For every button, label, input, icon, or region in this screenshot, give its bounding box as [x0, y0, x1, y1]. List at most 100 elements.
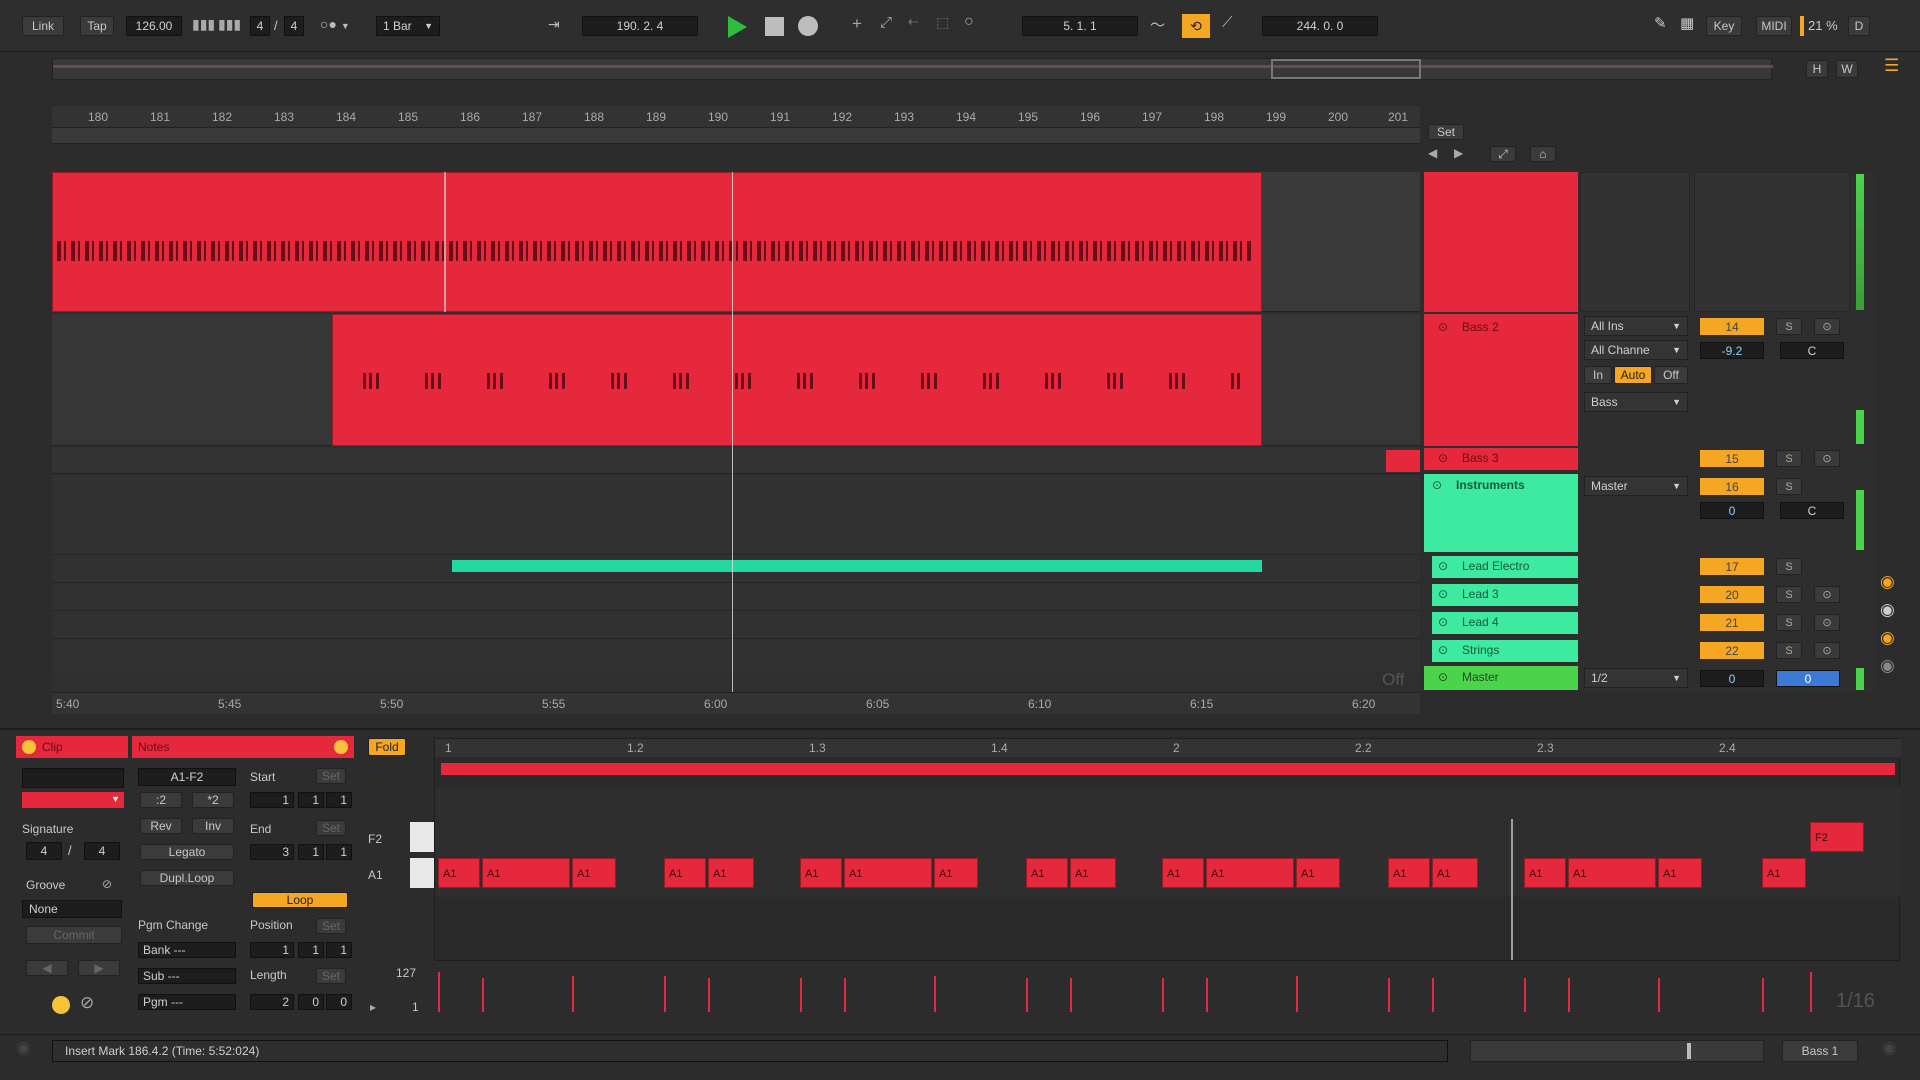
status-scroll-slider[interactable] [1470, 1040, 1764, 1062]
duplicate-loop-button[interactable]: Dupl.Loop [140, 870, 234, 886]
midi-note-a1[interactable]: A1 [1658, 858, 1702, 888]
commit-button[interactable]: Commit [26, 926, 122, 944]
midi-note-a1[interactable]: A1 [1206, 858, 1294, 888]
midi-note-a1[interactable]: A1 [1432, 858, 1478, 888]
velocity-bar[interactable] [1568, 978, 1570, 1012]
track-name-lead-electro[interactable]: Lead Electro [1462, 559, 1529, 573]
track-activator-bass-2[interactable]: 14 [1700, 318, 1764, 335]
start-set-button[interactable]: Set [316, 768, 346, 784]
velocity-bar[interactable] [438, 972, 440, 1012]
track-fold-icon[interactable]: ⊙ [1438, 451, 1448, 465]
previous-locator-icon[interactable]: ◀ [1428, 146, 1437, 160]
midi-clip[interactable] [332, 314, 1262, 446]
punch-in-icon[interactable]: 〜 [1150, 14, 1165, 35]
midi-note-a1[interactable]: A1 [1296, 858, 1340, 888]
pgm-field[interactable]: Pgm --- [138, 994, 236, 1010]
solo-button[interactable]: S [1776, 318, 1802, 335]
session-record-icon[interactable]: ○ [964, 13, 974, 31]
sub-field[interactable]: Sub --- [138, 968, 236, 984]
track-lane-bass-3[interactable] [52, 448, 1420, 474]
position-sixteenth[interactable]: 1 [326, 942, 352, 958]
track-name-lead-3[interactable]: Lead 3 [1462, 587, 1499, 601]
position-set-button[interactable]: Set [316, 918, 346, 934]
midi-note-a1[interactable]: A1 [482, 858, 570, 888]
velocity-bar[interactable] [664, 976, 666, 1012]
track-name-instruments[interactable]: Instruments [1456, 478, 1525, 492]
position-bar[interactable]: 1 [250, 942, 294, 958]
track-activator-instruments[interactable]: 16 [1700, 478, 1764, 495]
track-header-master[interactable]: ⊙ Master [1424, 666, 1578, 690]
computer-keyboard-icon[interactable]: ▦ [1680, 14, 1694, 32]
next-locator-icon[interactable]: ▶ [1454, 146, 1463, 160]
track-fold-icon[interactable]: ⊙ [1438, 670, 1448, 684]
length-bar[interactable]: 2 [250, 994, 294, 1010]
track-header-lead-4[interactable]: ⊙ Lead 4 [1432, 612, 1578, 634]
track-fold-icon[interactable]: ⊙ [1438, 559, 1448, 573]
track-activator-bass-3[interactable]: 15 [1700, 450, 1764, 467]
menu-icon[interactable]: ☰ [1884, 56, 1899, 76]
midi-clip[interactable] [52, 172, 1262, 312]
fold-button[interactable]: Fold [368, 738, 406, 756]
tap-button[interactable]: Tap [80, 16, 114, 36]
overview-view-box[interactable] [1271, 59, 1421, 79]
punch-out-icon[interactable]: ⟋ [1222, 14, 1233, 31]
midi-note-a1[interactable]: A1 [1388, 858, 1430, 888]
track-header-bass-1[interactable] [1424, 172, 1578, 312]
master-output-dropdown[interactable]: 1/2 ▼ [1584, 668, 1688, 688]
expand-lane-icon[interactable]: ▸ [370, 1000, 376, 1014]
reverse-button[interactable]: Rev [140, 818, 182, 834]
track-lane-bass-1[interactable] [52, 172, 1420, 312]
midi-note-a1[interactable]: A1 [934, 858, 978, 888]
track-name-strings[interactable]: Strings [1462, 643, 1499, 657]
end-sixteenth[interactable]: 1 [326, 844, 352, 860]
track-activator-lead-electro[interactable]: 17 [1700, 558, 1764, 575]
loop-brace[interactable] [52, 128, 1420, 144]
loop-switch-icon[interactable]: ⟲ [1182, 14, 1210, 38]
track-activator-lead-3[interactable]: 20 [1700, 586, 1764, 603]
half-tempo-button[interactable]: :2 [140, 792, 182, 808]
double-tempo-button[interactable]: *2 [192, 792, 234, 808]
back-to-arrangement-icon[interactable]: ⇠ [908, 14, 919, 30]
track-name-master[interactable]: Master [1462, 670, 1499, 684]
velocity-bar[interactable] [1070, 978, 1072, 1012]
loop-length-field[interactable]: 244. 0. 0 [1262, 16, 1378, 36]
envelopes-box-icon[interactable]: ⊘ [80, 993, 94, 1013]
notes-activator-icon[interactable] [334, 740, 348, 754]
arrangement-position-field[interactable]: 190. 2. 4 [582, 16, 698, 36]
midi-map-button[interactable]: MIDI [1756, 16, 1792, 36]
track-volume[interactable]: 0 [1700, 502, 1764, 519]
solo-button[interactable]: S [1776, 478, 1802, 495]
end-bar[interactable]: 3 [250, 844, 294, 860]
length-set-button[interactable]: Set [316, 968, 346, 984]
monitor-auto-button[interactable]: Auto [1614, 366, 1652, 384]
clip-color-dropdown[interactable]: ▼ [22, 792, 124, 808]
metronome-icon[interactable]: ○● ▼ [320, 16, 350, 32]
clip-activator-icon[interactable] [22, 740, 36, 754]
grid-setting-label[interactable]: 1/16 [1836, 990, 1875, 1013]
end-beat[interactable]: 1 [298, 844, 324, 860]
track-activator-strings[interactable]: 22 [1700, 642, 1764, 659]
midi-note-a1[interactable]: A1 [1070, 858, 1116, 888]
invert-button[interactable]: Inv [192, 818, 234, 834]
capture-icon[interactable]: ⬚ [936, 14, 949, 31]
start-sixteenth[interactable]: 1 [326, 792, 352, 808]
piano-key-f2[interactable] [410, 822, 434, 852]
link-button[interactable]: Link [22, 16, 64, 36]
velocity-bar[interactable] [844, 978, 846, 1012]
notes-box-header[interactable]: Notes [132, 736, 354, 758]
nudge-back-button[interactable]: ◀ [26, 960, 68, 976]
signature-denominator[interactable]: 4 [84, 842, 120, 860]
launch-box-icon[interactable] [52, 996, 70, 1014]
velocity-bar[interactable] [1810, 972, 1812, 1012]
track-name-bass-2[interactable]: Bass 2 [1462, 320, 1499, 334]
automation-arm-icon[interactable]: ⤢ [880, 14, 892, 31]
track-lane-bass-2[interactable] [52, 314, 1420, 446]
solo-button[interactable]: S [1776, 558, 1802, 575]
draw-mode-icon[interactable]: ✎ [1654, 14, 1667, 32]
nudge-forward-button[interactable]: ▶ [78, 960, 120, 976]
track-pan[interactable]: C [1780, 342, 1844, 359]
track-name-lead-4[interactable]: Lead 4 [1462, 615, 1499, 629]
track-lane-instruments[interactable] [52, 476, 1420, 672]
velocity-bar[interactable] [1658, 978, 1660, 1012]
note-range-field[interactable]: A1-F2 [138, 768, 236, 786]
